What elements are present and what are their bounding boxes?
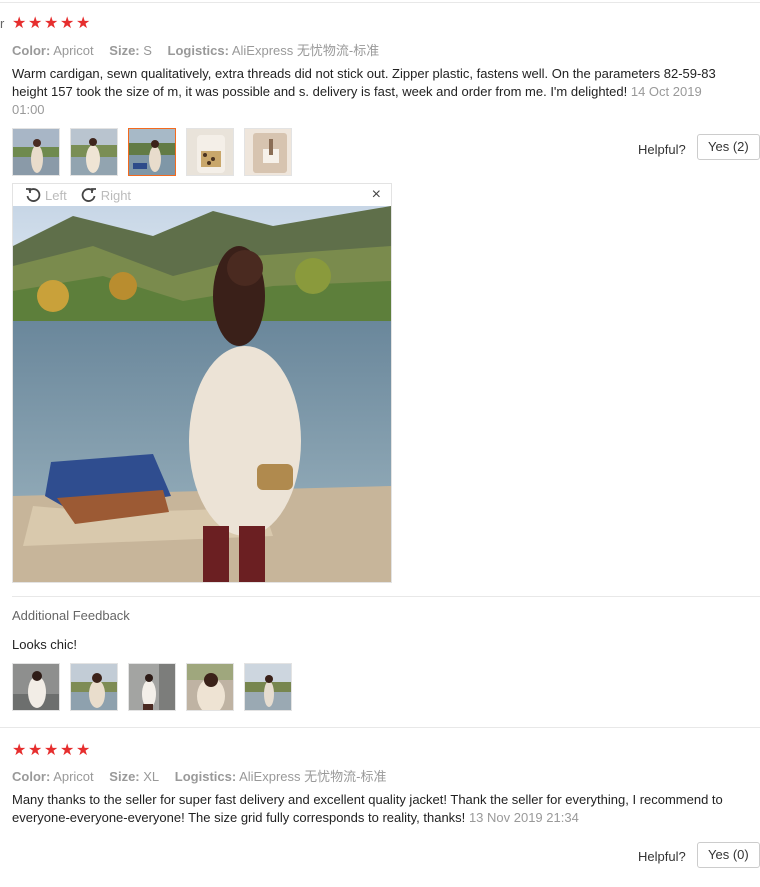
review-body: Many thanks to the seller for super fast… — [12, 792, 723, 825]
additional-feedback-title: Additional Feedback — [12, 608, 130, 623]
photo-viewer: Left Right × — [12, 183, 392, 583]
viewer-toolbar: Left Right × — [13, 184, 391, 206]
star-icon: ★ — [28, 742, 43, 759]
attr-key: Size: — [109, 43, 140, 58]
attr-key: Color: — [12, 43, 51, 58]
review-divider — [0, 727, 760, 728]
photo-thumbnail[interactable] — [128, 663, 176, 711]
attr-key: Color: — [12, 769, 51, 784]
rating-stars: ★ ★ ★ ★ ★ — [12, 16, 90, 32]
close-icon[interactable]: × — [372, 186, 381, 204]
rotate-right-icon — [81, 188, 96, 202]
photo-thumbnail[interactable] — [244, 663, 292, 711]
star-icon: ★ — [12, 15, 27, 32]
rotate-right-button[interactable]: Right — [81, 187, 131, 203]
attr-key: Size: — [109, 769, 140, 784]
star-icon: ★ — [28, 15, 43, 32]
review-thumbnails — [12, 128, 292, 176]
section-divider — [12, 596, 760, 597]
rotate-left-icon — [26, 188, 41, 202]
attr-value: AliExpress 无忧物流-标准 — [231, 43, 380, 58]
review-attributes: Color: Apricot Size: S Logistics: AliExp… — [12, 40, 391, 59]
star-icon: ★ — [44, 742, 59, 759]
attr-value: Apricot — [53, 769, 94, 784]
review-attributes: Color: Apricot Size: XL Logistics: AliEx… — [12, 766, 398, 785]
rotate-right-label: Right — [100, 187, 132, 203]
helpful-label: Helpful? — [638, 142, 686, 157]
rotate-left-label: Left — [45, 187, 67, 203]
helpful-label: Helpful? — [638, 849, 686, 864]
photo-thumbnail[interactable] — [70, 128, 118, 176]
rating-stars: ★ ★ ★ ★ ★ — [12, 743, 90, 759]
review-photo-large — [13, 206, 391, 582]
photo-thumbnail[interactable] — [12, 663, 60, 711]
star-icon: ★ — [76, 15, 91, 32]
attr-key: Logistics: — [167, 43, 229, 58]
left-edge-fragment: r — [0, 16, 5, 31]
star-icon: ★ — [60, 742, 75, 759]
attr-value: AliExpress 无忧物流-标准 — [239, 769, 387, 784]
attr-key: Logistics: — [174, 769, 237, 784]
rotate-left-button[interactable]: Left — [25, 187, 67, 203]
photo-thumbnail[interactable] — [70, 663, 118, 711]
attr-value: S — [143, 43, 152, 58]
helpful-yes-button[interactable]: Yes (2) — [697, 134, 760, 160]
star-icon: ★ — [60, 15, 75, 32]
additional-feedback-text: Looks chic! — [12, 637, 78, 652]
star-icon: ★ — [44, 15, 59, 32]
review-text: Warm cardigan, sewn qualitatively, extra… — [12, 65, 727, 119]
review-body: Warm cardigan, sewn qualitatively, extra… — [12, 66, 716, 99]
photo-thumbnail-selected[interactable] — [128, 128, 176, 176]
attr-value: Apricot — [53, 43, 94, 58]
helpful-yes-button[interactable]: Yes (0) — [697, 842, 760, 868]
additional-thumbnails — [12, 663, 292, 711]
top-divider — [0, 2, 760, 3]
review-text: Many thanks to the seller for super fast… — [12, 791, 727, 827]
attr-value: XL — [143, 769, 160, 784]
photo-thumbnail[interactable] — [186, 128, 234, 176]
star-icon: ★ — [12, 742, 27, 759]
review-date: 13 Nov 2019 21:34 — [468, 810, 579, 825]
photo-thumbnail[interactable] — [244, 128, 292, 176]
photo-thumbnail[interactable] — [12, 128, 60, 176]
photo-thumbnail[interactable] — [186, 663, 234, 711]
star-icon: ★ — [76, 742, 91, 759]
